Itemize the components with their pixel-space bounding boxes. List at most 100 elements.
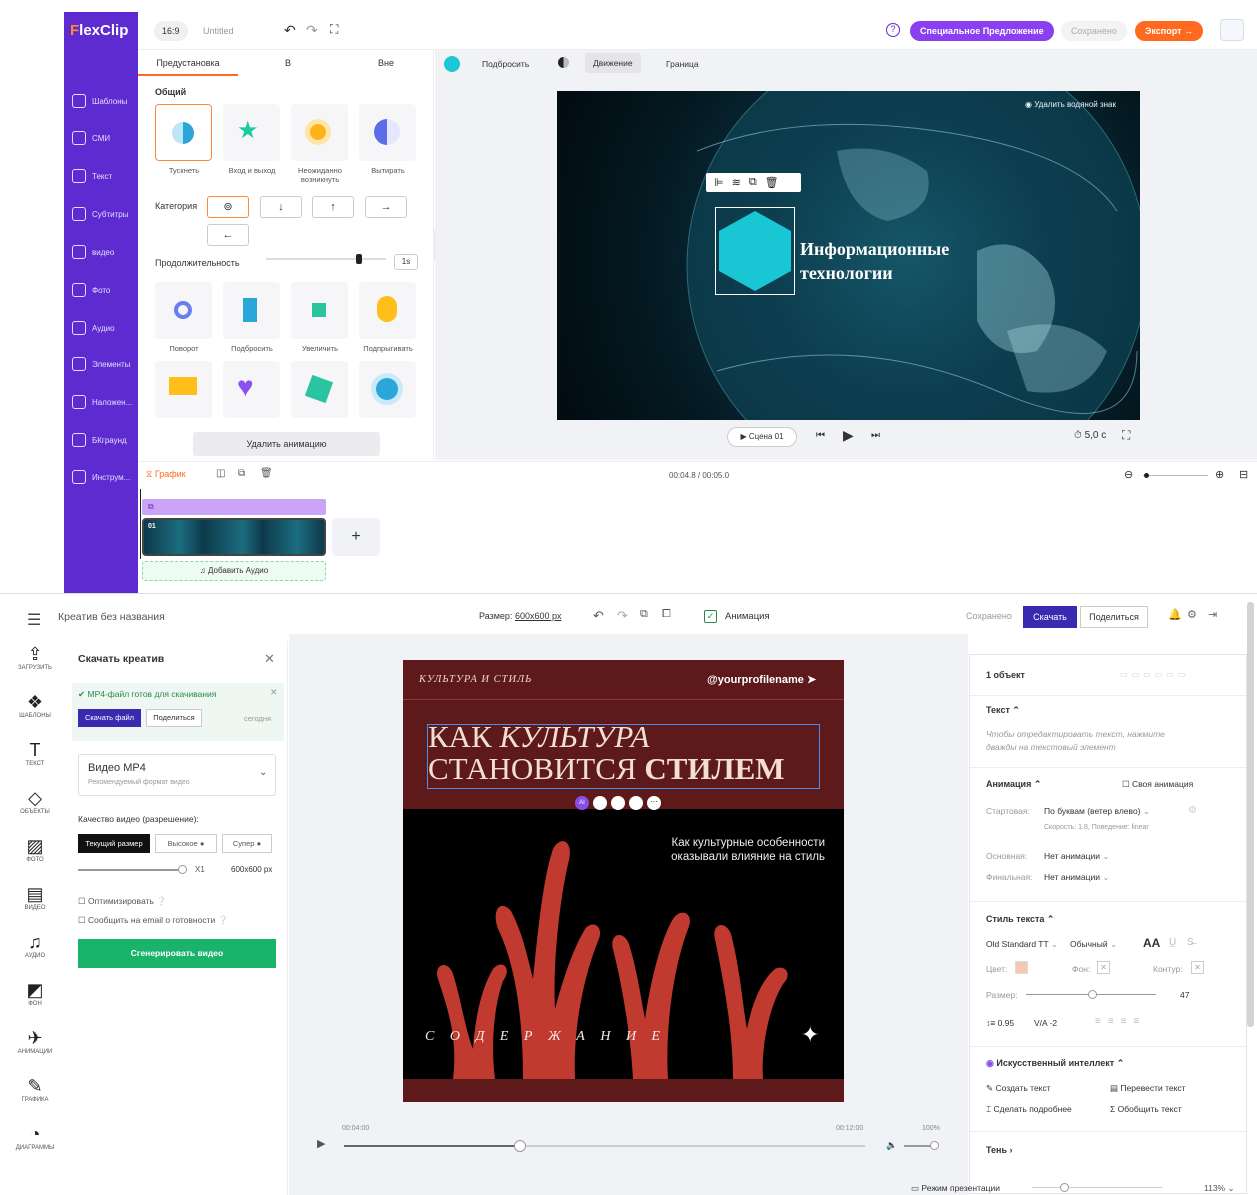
summarize-text-button[interactable]: Σ Обобщить текст — [1110, 1104, 1182, 1114]
subheadline[interactable]: Как культурные особенности оказывали вли… — [625, 836, 825, 864]
gear-icon[interactable]: ⚙ — [1187, 608, 1197, 621]
optimize-checkbox[interactable]: ☐ Оптимизировать ❔ — [78, 896, 167, 907]
delete-icon[interactable]: 🗑 — [765, 176, 779, 189]
tab-in[interactable]: В — [238, 50, 338, 76]
effect-flip[interactable] — [291, 361, 348, 418]
delete-action-icon[interactable] — [629, 796, 643, 810]
bg-color-swatch[interactable]: ✕ — [1097, 961, 1110, 974]
duplicate-icon[interactable]: ⧉ — [749, 176, 757, 189]
style-section-header[interactable]: Стиль текста ⌃ — [986, 914, 1054, 925]
playhead[interactable] — [140, 489, 141, 559]
scene-title[interactable]: Информационные технологии — [800, 237, 949, 285]
color-swatch[interactable] — [444, 56, 460, 72]
duration-slider[interactable] — [266, 254, 386, 264]
toolbar-toss[interactable]: Подбросить — [482, 59, 529, 69]
animation-checkbox[interactable]: ✓ — [704, 610, 717, 623]
main-animation-select[interactable]: Нет анимации ⌄ — [1044, 851, 1109, 862]
text-color-swatch[interactable] — [1015, 961, 1028, 974]
effect-pulse[interactable] — [359, 361, 416, 418]
translate-text-button[interactable]: ▤ Перевести текст — [1110, 1083, 1186, 1094]
share-file-button[interactable]: Поделиться — [146, 709, 202, 727]
zoom-in-icon[interactable]: ⊕ — [1215, 468, 1224, 481]
doc-title[interactable]: Untitled — [203, 26, 234, 36]
play-icon[interactable]: ▶ — [317, 1137, 325, 1150]
gear-icon[interactable]: ⚙ — [1188, 805, 1197, 816]
duration-display[interactable]: ⏱ 5,0 с — [1074, 430, 1106, 441]
sidebar-item[interactable]: Наложен... — [72, 395, 132, 409]
sidebar-item[interactable]: СМИ — [72, 131, 110, 145]
add-clip-button[interactable]: + — [332, 518, 380, 556]
ratio-button[interactable]: 16:9 — [154, 21, 188, 41]
zoom-level[interactable]: 113% ⌄ — [1204, 1183, 1235, 1194]
effect-wipe[interactable] — [359, 104, 416, 161]
toolbar-border[interactable]: Граница — [666, 59, 699, 69]
tool-audio[interactable]: ♫ АУДИО — [0, 932, 70, 959]
opacity-icon[interactable] — [558, 57, 569, 68]
design-canvas[interactable]: КУЛЬТУРА И СТИЛЬ @yourprofilename ➤ КАК … — [403, 660, 844, 1102]
tool-graphics[interactable]: ✎ ГРАФИКА — [0, 1076, 70, 1103]
case-toggle[interactable]: AA — [1143, 936, 1160, 950]
effect-pop[interactable] — [291, 104, 348, 161]
effect-slide[interactable] — [155, 361, 212, 418]
split-icon[interactable]: ◫ — [216, 468, 225, 479]
profile-handle[interactable]: @yourprofilename ➤ — [707, 673, 816, 686]
copy-icon[interactable]: ⧉ — [238, 468, 245, 479]
skip-forward-icon[interactable]: ⏭ — [871, 430, 880, 441]
fit-icon[interactable]: ⊟ — [1239, 468, 1248, 481]
header-label[interactable]: КУЛЬТУРА И СТИЛЬ — [419, 674, 532, 685]
paste-icon[interactable]: ⧠ — [662, 608, 671, 621]
create-text-button[interactable]: ✎ Создать текст — [986, 1083, 1051, 1094]
quality-super-button[interactable]: Супер ● — [222, 834, 272, 853]
fullscreen-icon[interactable]: ⛶ — [330, 22, 338, 37]
notify-checkbox[interactable]: ☐ Сообщить на email о готовности ❔ — [78, 915, 228, 926]
timeline-tab[interactable]: ⧖ График — [146, 469, 186, 480]
sidebar-item[interactable]: Элементы — [72, 357, 130, 371]
sidebar-item[interactable]: видео — [72, 245, 114, 259]
zoom-out-icon[interactable]: ⊖ — [1124, 468, 1133, 481]
redo-icon[interactable]: ↷ — [617, 608, 628, 624]
tab-preset[interactable]: Предустановка — [138, 50, 238, 76]
selection-box[interactable] — [715, 207, 795, 295]
undo-icon[interactable]: ↶ — [284, 22, 296, 39]
playback-bar[interactable] — [344, 1140, 865, 1152]
tool-animation[interactable]: ✈ АНИМАЦИИ — [0, 1028, 70, 1055]
effect-toss[interactable] — [223, 282, 280, 339]
text-section-header[interactable]: Текст ⌃ — [986, 705, 1020, 716]
category-center-button[interactable]: ⊚ — [207, 196, 249, 218]
tool-photo[interactable]: ▨ ФОТО — [0, 836, 70, 863]
sidebar-item[interactable]: Аудио — [72, 321, 115, 335]
quality-high-button[interactable]: Высокое ● — [155, 834, 217, 853]
line-height-input[interactable]: ↕≡ 0.95 — [986, 1018, 1014, 1028]
export-button[interactable]: Экспорт → — [1135, 21, 1204, 41]
help-icon[interactable]: ? — [886, 23, 900, 37]
animation-section-header[interactable]: Анимация ⌃ — [986, 779, 1041, 790]
avatar[interactable] — [1220, 19, 1244, 41]
toolbar-motion[interactable]: Движение — [585, 53, 641, 73]
effect-zoom[interactable] — [291, 282, 348, 339]
copy-icon[interactable]: ⧉ — [640, 608, 648, 621]
animate-action-icon[interactable] — [593, 796, 607, 810]
volume-icon[interactable]: 🔈 — [886, 1140, 897, 1151]
redo-icon[interactable]: ↷ — [306, 22, 318, 39]
ai-section-header[interactable]: ◉ Искусственный интеллект ⌃ — [986, 1058, 1124, 1069]
sidebar-item[interactable]: Субтитры — [72, 207, 128, 221]
doc-title[interactable]: Креатив без названия — [58, 611, 165, 623]
align-icon[interactable]: ⊫ — [714, 176, 724, 189]
zoom-slider[interactable] — [1143, 473, 1208, 478]
effect-heart[interactable]: ♥ — [223, 361, 280, 418]
tool-background[interactable]: ◩ ФОН — [0, 980, 70, 1007]
font-size-value[interactable]: 47 — [1180, 990, 1189, 1000]
scene-canvas[interactable]: ◉ Удалить водяной знак ⊫ ≋ ⧉ 🗑 Информационн… — [557, 91, 1140, 420]
text-align-icons[interactable]: ≡≡≡≡ — [1095, 1016, 1146, 1027]
dismiss-icon[interactable]: ✕ — [270, 687, 278, 698]
underline-icon[interactable]: U̲ — [1169, 937, 1176, 948]
sidebar-item[interactable]: Инструм... — [72, 470, 130, 484]
hexagon-shape[interactable] — [716, 208, 794, 294]
tool-objects[interactable]: ◇ ОБЪЕКТЫ — [0, 788, 70, 815]
headline-text[interactable]: КАК КУЛЬТУРА СТАНОВИТСЯ СТИЛЕМ — [428, 721, 785, 785]
align-icons[interactable]: ▭▭▭▭▭▭ — [1120, 670, 1189, 679]
category-up-button[interactable]: ↑ — [312, 196, 354, 218]
ai-action-icon[interactable]: AI — [575, 796, 589, 810]
more-action-icon[interactable]: ⋯ — [647, 796, 661, 810]
effect-in-out[interactable]: ★ — [223, 104, 280, 161]
